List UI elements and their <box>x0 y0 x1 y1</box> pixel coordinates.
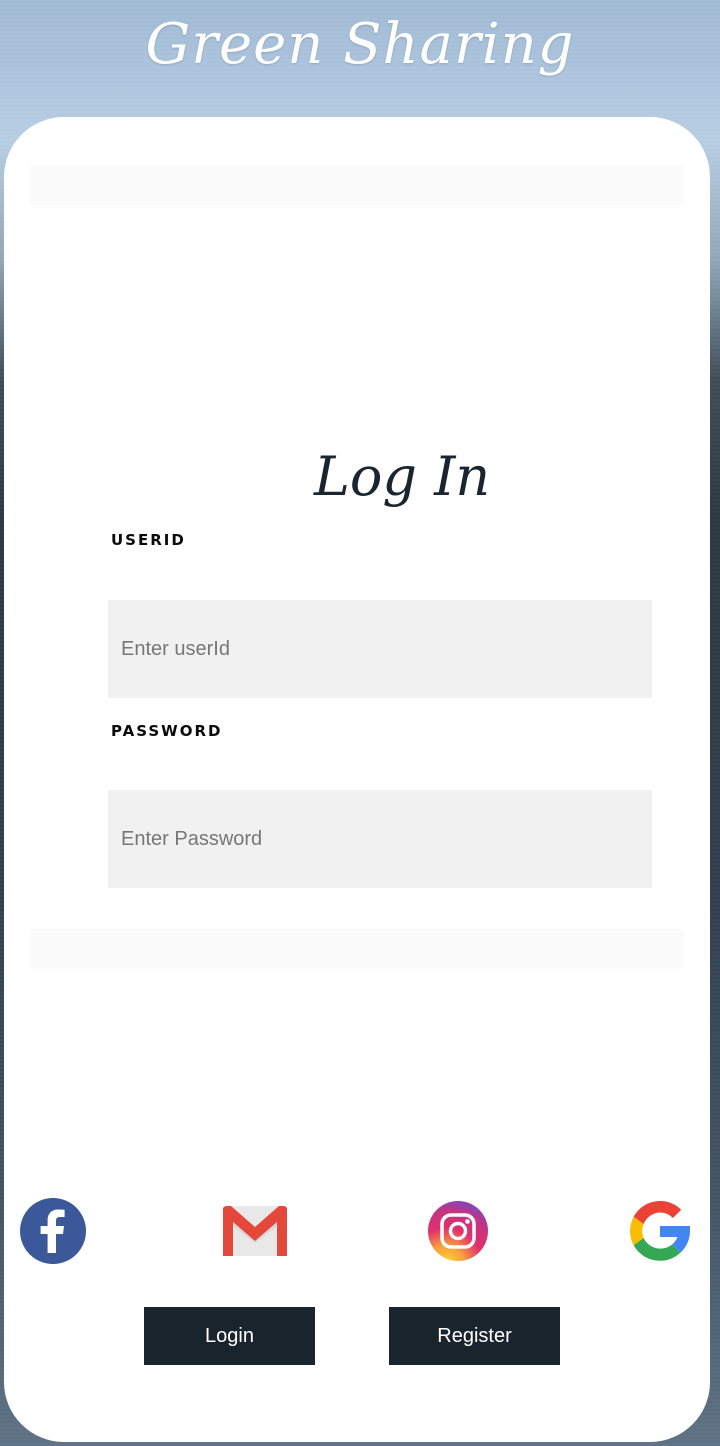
gmail-icon <box>223 1206 287 1256</box>
facebook-icon <box>20 1198 86 1264</box>
social-login-row <box>4 1197 710 1267</box>
userid-input[interactable] <box>108 600 652 698</box>
gmail-login-button[interactable] <box>221 1197 289 1265</box>
login-card: Log In USERID PASSWORD <box>4 117 710 1442</box>
instagram-login-button[interactable] <box>424 1197 492 1265</box>
app-title: Green Sharing <box>145 12 575 77</box>
password-label: PASSWORD <box>111 722 223 740</box>
instagram-icon <box>428 1201 488 1261</box>
login-button[interactable]: Login <box>144 1307 315 1365</box>
login-heading: Log In <box>314 445 491 508</box>
userid-label: USERID <box>111 531 186 549</box>
facebook-login-button[interactable] <box>19 1197 87 1265</box>
top-divider-band <box>30 165 684 205</box>
password-input[interactable] <box>108 790 652 888</box>
register-button[interactable]: Register <box>389 1307 560 1365</box>
google-login-button[interactable] <box>626 1197 694 1265</box>
bottom-divider-band <box>30 929 684 969</box>
google-icon <box>630 1201 690 1261</box>
